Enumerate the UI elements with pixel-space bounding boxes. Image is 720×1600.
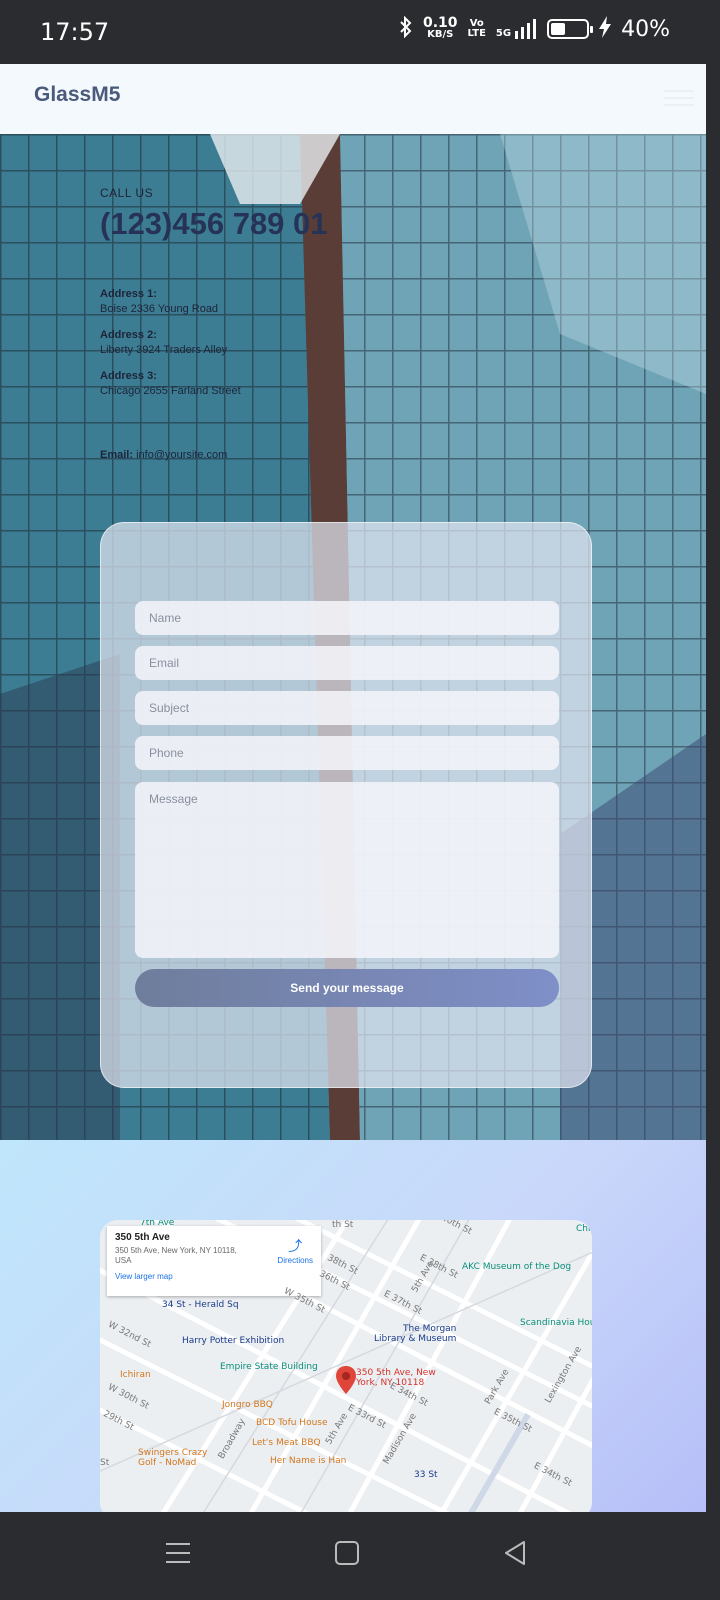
- email-row: Email: info@yoursite.com: [100, 449, 328, 461]
- web-page: GlassM5 CALL US (123)456 789 01 Address …: [0, 64, 706, 1512]
- map-label-harry-potter: Harry Potter Exhibition: [182, 1336, 285, 1346]
- contact-form: Send your message: [100, 522, 592, 1088]
- phone-number[interactable]: (123)456 789 01: [100, 206, 328, 242]
- email-link[interactable]: info@yoursite.com: [136, 449, 227, 461]
- recent-apps-icon[interactable]: [165, 1540, 195, 1570]
- map-label-bcd-tofu: BCD Tofu House: [256, 1418, 328, 1428]
- map-section: 350 5th Ave 350 5th Ave, New York, NY 10…: [0, 1140, 706, 1512]
- map-label-empire-state: Empire State Building: [220, 1362, 318, 1372]
- map-label-herald-sq: 34 St - Herald Sq: [162, 1300, 239, 1310]
- bluetooth-icon: [399, 15, 413, 42]
- contact-info: CALL US (123)456 789 01 Address 1: Boise…: [100, 186, 328, 461]
- map-label-33-st: 33 St: [414, 1470, 438, 1480]
- send-message-button[interactable]: Send your message: [135, 969, 559, 1007]
- map-label-scandinavia: Scandinavia Hou: [520, 1318, 592, 1328]
- charging-icon: [599, 16, 612, 42]
- map-label-jongro-bbq: Jongro BBQ: [222, 1400, 273, 1410]
- map-place-address: 350 5th Ave, New York, NY 10118, USA: [115, 1246, 237, 1265]
- map-label-th-st: th St: [332, 1220, 354, 1230]
- address-1: Address 1: Boise 2336 Young Road: [100, 288, 219, 315]
- map-label-st: St: [100, 1458, 110, 1468]
- address-2: Address 2: Liberty 3924 Traders Alley: [100, 329, 228, 356]
- map-label-her-name-is-han: Her Name is Han: [270, 1456, 347, 1466]
- email-input[interactable]: [135, 646, 559, 680]
- contact-hero: CALL US (123)456 789 01 Address 1: Boise…: [0, 134, 706, 1140]
- map-label-akc-museum: AKC Museum of the Dog: [462, 1262, 572, 1272]
- directions-button[interactable]: ⤴ Directions: [277, 1236, 313, 1265]
- name-input[interactable]: [135, 601, 559, 635]
- directions-icon: ⤴: [288, 1238, 303, 1254]
- map-label-7th-ave: 7th Ave: [140, 1220, 175, 1228]
- battery-icon: [547, 19, 594, 39]
- message-textarea[interactable]: [135, 782, 559, 958]
- signal-5g-icon: 5G: [496, 19, 537, 39]
- map-label-ichiran: Ichiran: [120, 1370, 151, 1380]
- menu-icon[interactable]: [664, 90, 694, 111]
- google-map[interactable]: 350 5th Ave 350 5th Ave, New York, NY 10…: [100, 1220, 592, 1512]
- map-label-swingers: Swingers Crazy Golf - NoMad: [138, 1448, 208, 1468]
- phone-input[interactable]: [135, 736, 559, 770]
- map-label-lets-meat: Let's Meat BBQ: [252, 1438, 321, 1448]
- home-icon[interactable]: [334, 1540, 364, 1570]
- network-speed: 0.10 KB/S: [423, 15, 458, 40]
- site-logo[interactable]: GlassM5: [34, 83, 120, 107]
- status-bar: 17:57 0.10 KB/S Vo LTE 5G 40%: [0, 0, 720, 64]
- address-3: Address 3: Chicago 2655 Farland Street: [100, 370, 241, 397]
- status-time: 17:57: [40, 18, 110, 46]
- map-info-card: 350 5th Ave 350 5th Ave, New York, NY 10…: [107, 1226, 321, 1296]
- call-us-label: CALL US: [100, 186, 154, 200]
- map-label-morgan-library: The Morgan Library & Museum: [374, 1324, 457, 1344]
- site-navbar: GlassM5: [0, 64, 706, 134]
- volte-indicator: Vo LTE: [467, 18, 486, 39]
- view-larger-map-link[interactable]: View larger map: [115, 1272, 313, 1281]
- back-icon[interactable]: [502, 1540, 532, 1570]
- system-navigation-bar: [0, 1512, 720, 1600]
- email-label: Email:: [100, 449, 134, 461]
- status-icons: 0.10 KB/S Vo LTE 5G 40%: [399, 15, 670, 42]
- subject-input[interactable]: [135, 691, 559, 725]
- map-label-chi: Chi: [576, 1224, 591, 1234]
- battery-percent: 40%: [621, 16, 670, 42]
